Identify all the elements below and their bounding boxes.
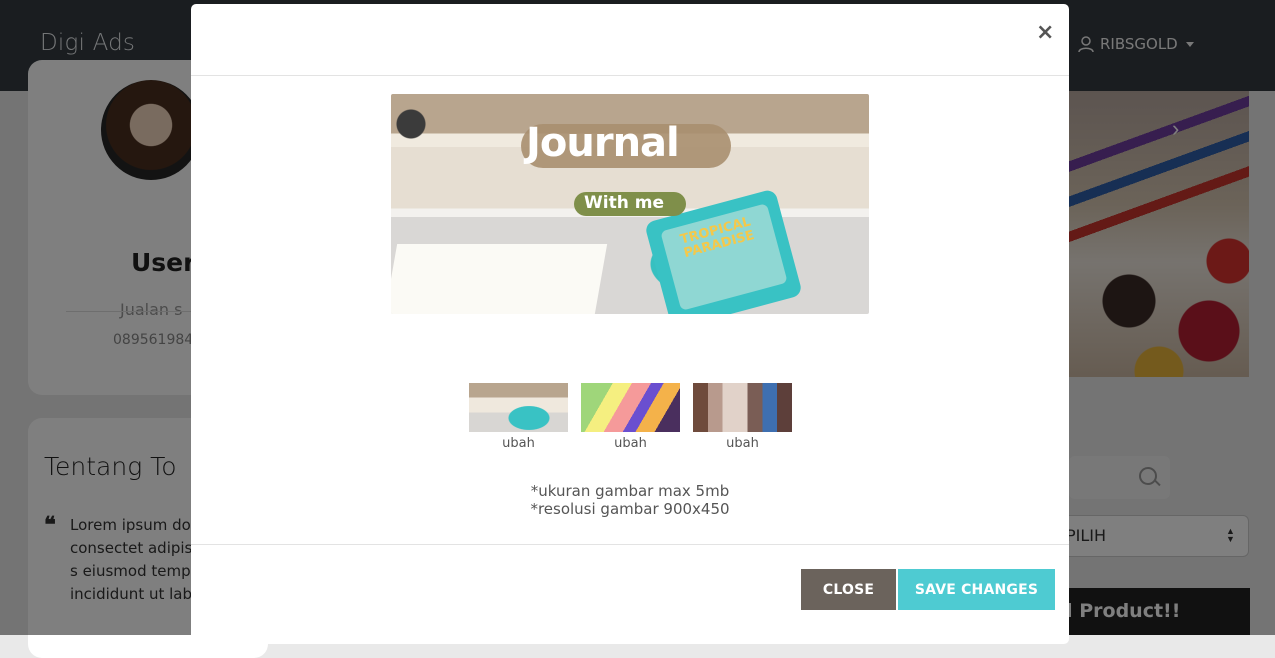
close-icon[interactable]: × [1036,22,1054,44]
divider [191,544,1069,545]
thumbnail-image[interactable] [469,383,568,432]
modal-header: × [191,4,1069,76]
save-changes-button[interactable]: SAVE CHANGES [898,569,1055,610]
thumbnail-change-link[interactable]: ubah [469,436,568,451]
thumbnail-image[interactable] [693,383,792,432]
image-modal: × TROPICAL PARADISE Journal With me ubah… [191,4,1069,644]
image-requirements: *ukuran gambar max 5mb *resolusi gambar … [191,482,1069,518]
image-subtitle-text: With me [584,193,664,213]
thumbnail-change-link[interactable]: ubah [693,436,792,451]
book-shape [391,244,608,314]
thumbnail-item[interactable]: ubah [469,383,568,451]
resolution-note: *resolusi gambar 900x450 [530,500,730,518]
thumbnail-item[interactable]: ubah [581,383,680,451]
close-button[interactable]: CLOSE [801,569,896,610]
size-note: *ukuran gambar max 5mb [530,482,730,500]
thumbnail-image[interactable] [581,383,680,432]
thumbnail-item[interactable]: ubah [693,383,792,451]
image-title-text: Journal [526,120,680,166]
main-preview-image: TROPICAL PARADISE Journal With me [391,94,869,314]
thumbnail-change-link[interactable]: ubah [581,436,680,451]
